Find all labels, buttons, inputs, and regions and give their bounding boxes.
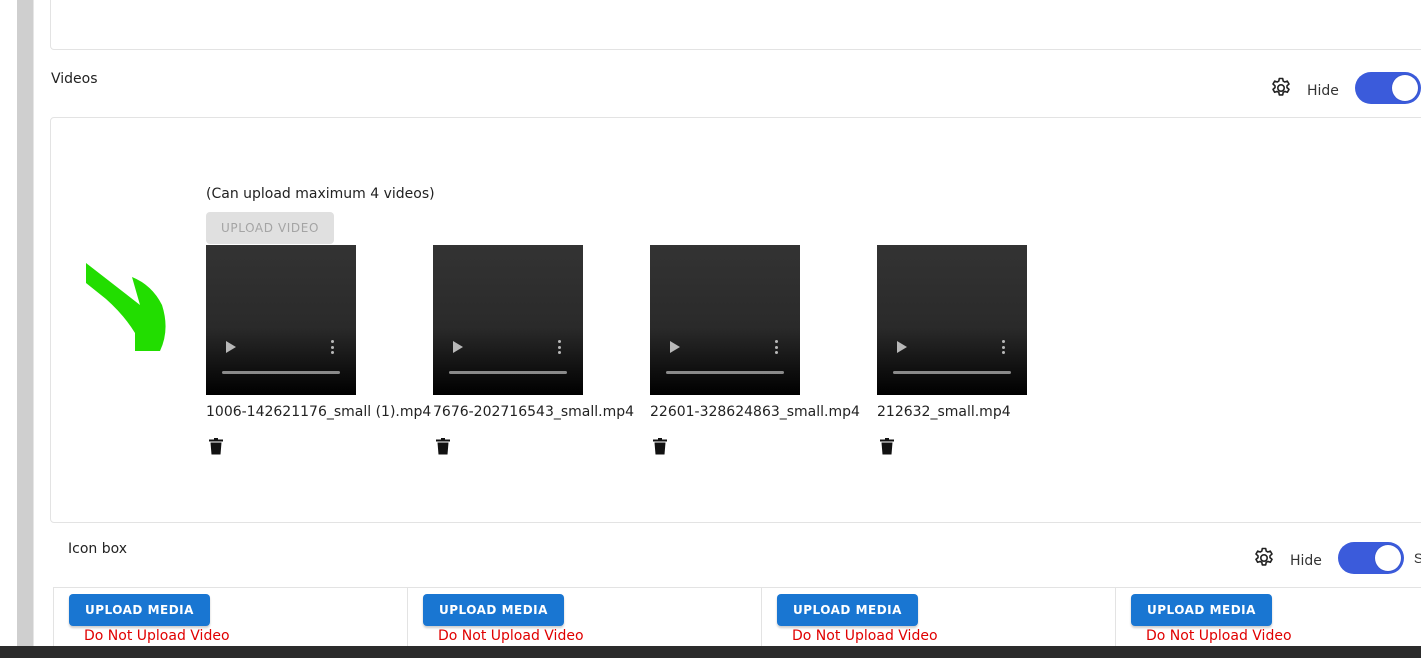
- trash-icon[interactable]: [436, 438, 452, 456]
- more-vertical-icon[interactable]: [330, 340, 334, 354]
- upload-warning: Do Not Upload Video: [792, 628, 938, 644]
- upload-media-button[interactable]: UPLOAD MEDIA: [69, 594, 210, 626]
- trash-icon[interactable]: [653, 438, 669, 456]
- more-vertical-icon[interactable]: [774, 340, 778, 354]
- videos-visibility-toggle[interactable]: [1354, 72, 1421, 104]
- video-progress-track[interactable]: [666, 371, 784, 374]
- video-item: 22601-328624863_small.mp4: [650, 245, 860, 456]
- upload-video-button[interactable]: UPLOAD VIDEO: [206, 212, 334, 244]
- previous-section-panel: [50, 0, 1421, 50]
- hide-label: Hide: [1290, 553, 1322, 569]
- trailing-label: S: [1413, 550, 1421, 566]
- video-item: 7676-202716543_small.mp4: [433, 245, 634, 456]
- play-icon[interactable]: [453, 341, 463, 353]
- trash-icon[interactable]: [880, 438, 896, 456]
- iconbox-section-title: Icon box: [68, 541, 128, 557]
- video-item: 212632_small.mp4: [877, 245, 1027, 456]
- upload-warning: Do Not Upload Video: [438, 628, 584, 644]
- video-filename: 7676-202716543_small.mp4: [433, 404, 635, 420]
- iconbox-section-controls: Hide S: [1251, 542, 1421, 574]
- video-progress-track[interactable]: [449, 371, 567, 374]
- upload-warning: Do Not Upload Video: [84, 628, 230, 644]
- arrow-annotation-icon: [86, 263, 166, 351]
- rail-edge: [33, 0, 34, 658]
- videos-section-controls: Hide: [1268, 72, 1421, 104]
- upload-media-button[interactable]: UPLOAD MEDIA: [423, 594, 564, 626]
- gear-icon[interactable]: [1268, 75, 1294, 101]
- videos-section-title: Videos: [51, 71, 98, 87]
- upload-warning: Do Not Upload Video: [1146, 628, 1292, 644]
- video-player[interactable]: [877, 245, 1027, 395]
- toggle-knob: [1374, 545, 1401, 571]
- max-videos-note: (Can upload maximum 4 videos): [206, 186, 435, 202]
- video-filename: 1006-142621176_small (1).mp4: [206, 404, 432, 420]
- play-icon[interactable]: [670, 341, 680, 353]
- trash-icon[interactable]: [209, 438, 225, 456]
- video-item: 1006-142621176_small (1).mp4: [206, 245, 431, 456]
- upload-media-button[interactable]: UPLOAD MEDIA: [777, 594, 918, 626]
- video-player[interactable]: [206, 245, 356, 395]
- toggle-knob: [1391, 75, 1418, 101]
- more-vertical-icon[interactable]: [557, 340, 561, 354]
- bottom-taskbar: [0, 646, 1421, 658]
- video-player[interactable]: [433, 245, 583, 395]
- video-filename: 22601-328624863_small.mp4: [650, 404, 860, 420]
- play-icon[interactable]: [226, 341, 236, 353]
- hide-label: Hide: [1307, 83, 1339, 99]
- video-progress-track[interactable]: [222, 371, 340, 374]
- play-icon[interactable]: [897, 341, 907, 353]
- iconbox-visibility-toggle[interactable]: [1337, 542, 1404, 574]
- left-scroll-rail[interactable]: [17, 0, 33, 658]
- upload-media-button[interactable]: UPLOAD MEDIA: [1131, 594, 1272, 626]
- video-player[interactable]: [650, 245, 800, 395]
- gear-icon[interactable]: [1251, 545, 1277, 571]
- more-vertical-icon[interactable]: [1001, 340, 1005, 354]
- video-filename: 212632_small.mp4: [877, 404, 1011, 420]
- video-progress-track[interactable]: [893, 371, 1011, 374]
